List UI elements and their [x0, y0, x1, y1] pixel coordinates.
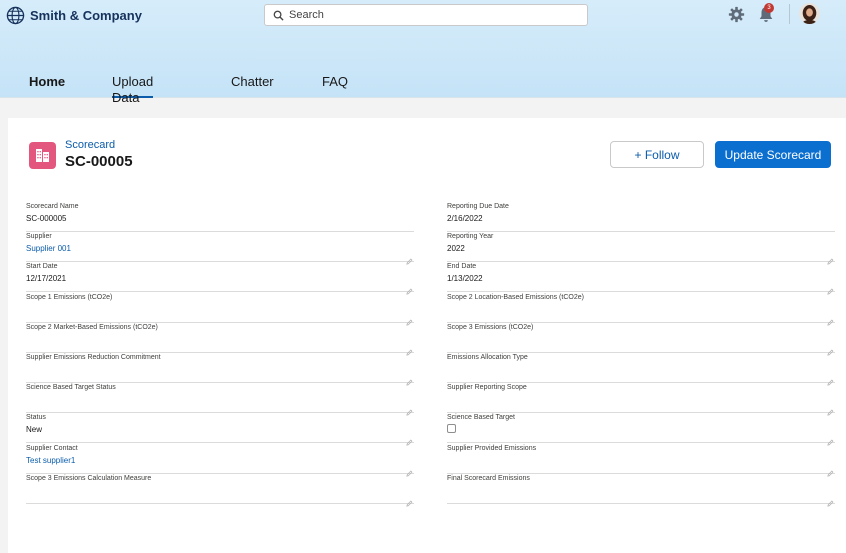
- nav-chatter[interactable]: Chatter: [231, 74, 274, 98]
- field-supplier-provided-emissions: Supplier Provided Emissions: [447, 444, 835, 477]
- global-search[interactable]: [264, 4, 588, 26]
- field-scorecard-name: Scorecard Name SC-000005: [26, 202, 414, 232]
- building-icon: [36, 149, 49, 162]
- field-label: Final Scorecard Emissions: [447, 474, 530, 482]
- field-value: SC-000005: [26, 214, 67, 223]
- avatar[interactable]: [799, 3, 820, 24]
- record-name: SC-00005: [65, 153, 133, 170]
- edit-pencil-icon[interactable]: [406, 464, 413, 477]
- field-science-based-target-status: Science Based Target Status: [26, 383, 414, 416]
- field-label: Supplier Contact: [26, 444, 78, 452]
- edit-pencil-icon[interactable]: [406, 433, 413, 446]
- field-label: Scope 2 Market-Based Emissions (tCO2e): [26, 323, 158, 331]
- edit-pencil-icon[interactable]: [827, 252, 834, 265]
- field-scope-2-location-based-emissions-tco2e: Scope 2 Location-Based Emissions (tCO2e): [447, 293, 835, 326]
- field-reporting-year: Reporting Year 2022: [447, 232, 835, 265]
- field-emissions-allocation-type: Emissions Allocation Type: [447, 353, 835, 386]
- nav-upload-data[interactable]: Upload Data: [112, 74, 154, 105]
- header-divider: [789, 4, 790, 24]
- record-type-label[interactable]: Scorecard: [65, 139, 115, 151]
- field-status: Status New: [26, 413, 414, 446]
- field-label: Status: [26, 414, 46, 422]
- field-label: Scope 3 Emissions (tCO2e): [447, 323, 534, 331]
- field-reporting-due-date: Reporting Due Date 2/16/2022: [447, 202, 835, 232]
- field-label: Scope 2 Location-Based Emissions (tCO2e): [447, 293, 584, 301]
- edit-pencil-icon[interactable]: [827, 313, 834, 326]
- user-avatar-icon: [799, 3, 820, 24]
- edit-pencil-icon[interactable]: [827, 282, 834, 295]
- field-label: Emissions Allocation Type: [447, 354, 528, 361]
- field-label: Scope 1 Emissions (tCO2e): [26, 293, 113, 301]
- update-scorecard-button[interactable]: Update Scorecard: [715, 141, 831, 168]
- field-value: 2022: [447, 244, 465, 254]
- field-value: 2/16/2022: [447, 214, 483, 223]
- notification-badge: 3: [764, 3, 774, 13]
- edit-pencil-icon[interactable]: [406, 343, 413, 356]
- edit-pencil-icon[interactable]: [827, 464, 834, 477]
- field-value: 12/17/2021: [26, 274, 67, 284]
- field-supplier-emissions-reduction-commitment: Supplier Emissions Reduction Commitment: [26, 353, 414, 386]
- field-value: 1/13/2022: [447, 274, 483, 284]
- brand-name: Smith & Company: [30, 8, 142, 23]
- field-label: Start Date: [26, 263, 58, 271]
- field-label: Reporting Year: [447, 233, 494, 241]
- field-label: Supplier Reporting Scope: [447, 384, 527, 392]
- gear-icon[interactable]: [728, 6, 745, 23]
- edit-pencil-icon[interactable]: [406, 282, 413, 295]
- field-label: Reporting Due Date: [447, 203, 509, 210]
- search-input[interactable]: [289, 9, 569, 21]
- search-icon: [273, 10, 284, 21]
- field-value[interactable]: Supplier 001: [26, 244, 71, 253]
- field-start-date: Start Date 12/17/2021: [26, 262, 414, 295]
- field-scope-1-emissions-tco2e: Scope 1 Emissions (tCO2e): [26, 293, 414, 326]
- field-label: End Date: [447, 263, 477, 271]
- field-final-scorecard-emissions: Final Scorecard Emissions: [447, 474, 835, 507]
- field-label: Supplier Emissions Reduction Commitment: [26, 354, 161, 361]
- field-scope-3-emissions-calculation-measure: Scope 3 Emissions Calculation Measure: [26, 474, 414, 507]
- field-end-date: End Date 1/13/2022: [447, 262, 835, 295]
- science-based-target-checkbox[interactable]: [447, 424, 456, 434]
- field-scope-2-market-based-emissions-tco2e: Scope 2 Market-Based Emissions (tCO2e): [26, 323, 414, 356]
- brand[interactable]: Smith & Company: [6, 6, 142, 25]
- field-label: Science Based Target Status: [26, 384, 116, 392]
- field-label: Supplier Provided Emissions: [447, 444, 537, 452]
- scorecard-record-icon: [29, 142, 56, 169]
- nav-faq[interactable]: FAQ: [322, 74, 348, 98]
- field-scope-3-emissions-tco2e: Scope 3 Emissions (tCO2e): [447, 323, 835, 356]
- field-label: Scope 3 Emissions Calculation Measure: [26, 474, 152, 482]
- edit-pencil-icon[interactable]: [406, 403, 413, 416]
- field-value[interactable]: Test supplier1: [26, 456, 75, 465]
- edit-pencil-icon[interactable]: [827, 373, 834, 386]
- field-value: New: [26, 425, 43, 435]
- edit-pencil-icon[interactable]: [827, 403, 834, 416]
- globe-icon: [6, 6, 25, 25]
- edit-pencil-icon[interactable]: [827, 343, 834, 356]
- edit-pencil-icon[interactable]: [827, 433, 834, 446]
- field-supplier-contact: Supplier Contact Test supplier1: [26, 444, 414, 477]
- field-label: Science Based Target: [447, 414, 515, 422]
- edit-pencil-icon[interactable]: [827, 494, 834, 507]
- edit-pencil-icon[interactable]: [406, 252, 413, 265]
- nav-home[interactable]: Home: [29, 74, 65, 98]
- field-supplier-reporting-scope: Supplier Reporting Scope: [447, 383, 835, 416]
- global-header: Smith & Company 3: [0, 0, 846, 105]
- record-card: Scorecard SC-00005 + Follow Update Score…: [8, 118, 846, 553]
- edit-pencil-icon[interactable]: [406, 313, 413, 326]
- follow-button[interactable]: + Follow: [610, 141, 704, 168]
- field-supplier: Supplier Supplier 001: [26, 232, 414, 265]
- field-label: Scorecard Name: [26, 203, 79, 210]
- field-science-based-target: Science Based Target: [447, 413, 835, 446]
- edit-pencil-icon[interactable]: [406, 373, 413, 386]
- edit-pencil-icon[interactable]: [406, 494, 413, 507]
- field-label: Supplier: [26, 233, 52, 241]
